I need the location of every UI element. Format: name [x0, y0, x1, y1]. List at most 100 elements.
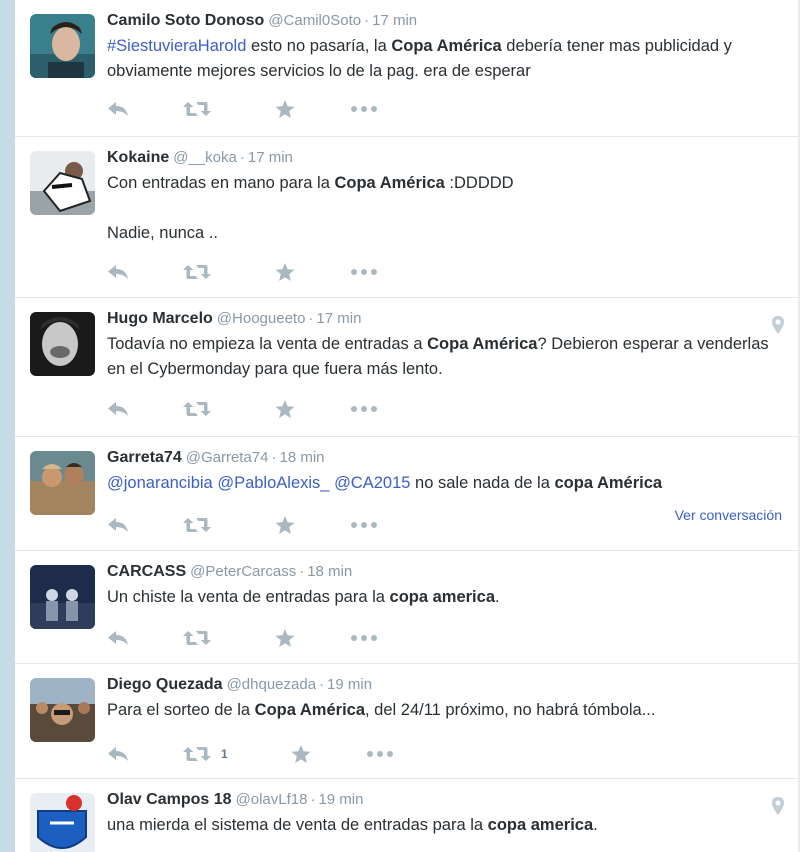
- retweet-button[interactable]: [183, 398, 275, 420]
- user-fullname[interactable]: Hugo Marcelo: [107, 310, 213, 327]
- tweet-header: Hugo Marcelo @Hoogueeto · 17 min: [107, 308, 784, 330]
- tweet-timestamp[interactable]: 17 min: [372, 12, 417, 29]
- avatar[interactable]: [30, 793, 95, 852]
- location-pin-icon[interactable]: [772, 797, 784, 815]
- text-segment: .: [593, 816, 598, 834]
- avatar[interactable]: [30, 14, 95, 78]
- more-button[interactable]: [367, 743, 443, 765]
- tweet-text: una mierda el sistema de venta de entrad…: [107, 813, 784, 838]
- tweet-header: Diego Quezada @dhquezada · 19 min: [107, 674, 784, 696]
- tweet[interactable]: Kokaine @__koka · 17 min Con entradas en ma…: [15, 137, 798, 298]
- favorite-button[interactable]: [275, 627, 351, 649]
- retweet-count: 1: [221, 747, 228, 761]
- mention-link[interactable]: @jonarancibia: [107, 474, 213, 492]
- star-icon: [275, 262, 295, 282]
- retweet-button[interactable]: 1: [183, 743, 291, 765]
- tweet[interactable]: Garreta74 @Garreta74 · 18 min @jonarancibia…: [15, 437, 798, 551]
- user-fullname[interactable]: Garreta74: [107, 449, 182, 466]
- user-handle[interactable]: @Camil0Soto: [268, 12, 361, 29]
- tweet-text: Con entradas en mano para la Copa Améric…: [107, 171, 784, 246]
- user-handle[interactable]: @olavLf18: [236, 791, 308, 808]
- user-fullname[interactable]: CARCASS: [107, 563, 186, 580]
- view-conversation-link[interactable]: Ver conversación: [675, 507, 782, 523]
- tweet-text: Para el sorteo de la Copa América, del 2…: [107, 698, 784, 723]
- reply-button[interactable]: [107, 743, 183, 765]
- user-fullname[interactable]: Olav Campos 18: [107, 791, 232, 808]
- mention-link[interactable]: @CA2015: [334, 474, 410, 492]
- hashtag-link[interactable]: #SiestuvieraHarold: [107, 37, 246, 55]
- tweet-timestamp[interactable]: 18 min: [307, 563, 352, 580]
- text-segment: una mierda el sistema de venta de entrad…: [107, 816, 488, 834]
- ellipsis-icon: [351, 269, 377, 275]
- tweet-timestamp[interactable]: 19 min: [318, 791, 363, 808]
- tweet-timestamp[interactable]: 19 min: [327, 676, 372, 693]
- tweet-header: Kokaine @__koka · 17 min: [107, 147, 784, 169]
- favorite-button[interactable]: [291, 743, 367, 765]
- user-fullname[interactable]: Kokaine: [107, 149, 169, 166]
- reply-button[interactable]: [107, 398, 183, 420]
- tweet-timestamp[interactable]: 18 min: [279, 449, 324, 466]
- star-icon: [275, 628, 295, 648]
- avatar-photo: [30, 565, 95, 629]
- tweet-text: @jonarancibia @PabloAlexis_ @CA2015 no s…: [107, 471, 784, 496]
- user-handle[interactable]: @__koka: [173, 149, 237, 166]
- avatar[interactable]: [30, 565, 95, 629]
- more-button[interactable]: [351, 261, 427, 283]
- avatar[interactable]: [30, 451, 95, 515]
- user-handle[interactable]: @dhquezada: [227, 676, 316, 693]
- tweet[interactable]: Diego Quezada @dhquezada · 19 min Para el s…: [15, 664, 798, 779]
- tweet-timestamp[interactable]: 17 min: [316, 310, 361, 327]
- mention-link[interactable]: @PabloAlexis_: [217, 474, 329, 492]
- reply-button[interactable]: [107, 514, 183, 536]
- retweet-icon: [183, 101, 211, 117]
- more-button[interactable]: [351, 514, 427, 536]
- avatar[interactable]: [30, 312, 95, 376]
- reply-button[interactable]: [107, 98, 183, 120]
- location-pin-icon[interactable]: [772, 316, 784, 334]
- tweet[interactable]: Olav Campos 18 @olavLf18 · 19 min una mierd…: [15, 779, 798, 852]
- reply-arrow-icon: [107, 401, 129, 417]
- avatar[interactable]: [30, 151, 95, 215]
- retweet-button[interactable]: [183, 514, 275, 536]
- tweet-text: #SiestuvieraHarold esto no pasaría, la C…: [107, 34, 784, 84]
- favorite-button[interactable]: [275, 261, 351, 283]
- reply-button[interactable]: [107, 627, 183, 649]
- retweet-icon: [183, 746, 211, 762]
- user-handle[interactable]: @PeterCarcass: [190, 563, 296, 580]
- reply-arrow-icon: [107, 746, 129, 762]
- user-handle[interactable]: @Hoogueeto: [217, 310, 306, 327]
- retweet-button[interactable]: [183, 98, 275, 120]
- tweet-text: Un chiste la venta de entradas para la c…: [107, 585, 784, 610]
- star-icon: [275, 515, 295, 535]
- reply-button[interactable]: [107, 261, 183, 283]
- avatar-photo: [30, 14, 95, 78]
- more-button[interactable]: [351, 398, 427, 420]
- retweet-button[interactable]: [183, 627, 275, 649]
- favorite-button[interactable]: [275, 514, 351, 536]
- highlight-keyword: copa América: [554, 474, 663, 492]
- tweet-actions: [107, 514, 427, 536]
- separator-dot: ·: [308, 310, 314, 327]
- tweet[interactable]: CARCASS @PeterCarcass · 18 min Un chiste la…: [15, 551, 798, 664]
- reply-arrow-icon: [107, 517, 129, 533]
- retweet-button[interactable]: [183, 261, 275, 283]
- tweet-timestamp[interactable]: 17 min: [248, 149, 293, 166]
- more-button[interactable]: [351, 98, 427, 120]
- user-fullname[interactable]: Diego Quezada: [107, 676, 223, 693]
- avatar-photo: [30, 151, 95, 215]
- user-fullname[interactable]: Camilo Soto Donoso: [107, 12, 264, 29]
- favorite-button[interactable]: [275, 398, 351, 420]
- highlight-keyword: Copa América: [254, 701, 366, 719]
- tweet[interactable]: Hugo Marcelo @Hoogueeto · 17 min Todavía no…: [15, 298, 798, 437]
- separator-dot: ·: [310, 791, 316, 808]
- avatar[interactable]: [30, 678, 95, 742]
- highlight-keyword: copa america: [389, 588, 495, 606]
- retweet-icon: [183, 401, 211, 417]
- tweet-actions: [107, 398, 427, 420]
- favorite-button[interactable]: [275, 98, 351, 120]
- more-button[interactable]: [351, 627, 427, 649]
- tweet-header: Camilo Soto Donoso @Camil0Soto · 17 min: [107, 10, 784, 32]
- ellipsis-icon: [367, 751, 393, 757]
- tweet[interactable]: Camilo Soto Donoso @Camil0Soto · 17 min #Si…: [15, 0, 798, 137]
- user-handle[interactable]: @Garreta74: [186, 449, 269, 466]
